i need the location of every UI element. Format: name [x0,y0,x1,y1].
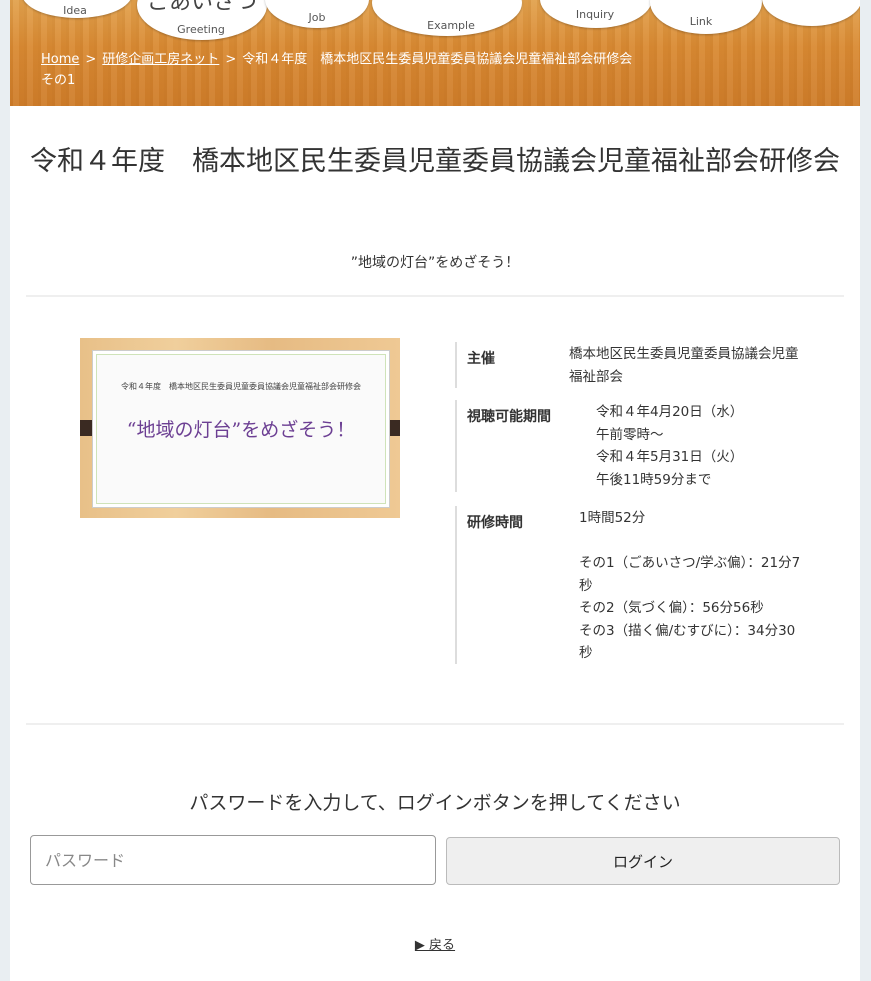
video-thumbnail: 令和４年度 橋本地区民生委員児童委員協議会児童福祉部会研修会 “地域の灯台”をめ… [80,338,400,518]
info-duration-value: 1時間52分 その1（ごあいさつ/学ぶ偏）：21分7秒 その2（気づく偏）：56… [579,507,801,665]
login-prompt: パスワードを入力して、ログインボタンを押してください [189,792,681,814]
nav-idea-label: Idea [63,4,87,17]
duration-line [579,530,801,553]
divider [26,295,844,297]
period-line: 午後11時59分まで [596,471,712,488]
info-organizer: 主催 橋本地区民生委員児童委員協議会児童福祉部会 [455,342,817,388]
thumbnail-card: 令和４年度 橋本地区民生委員児童委員協議会児童福祉部会研修会 “地域の灯台”をめ… [92,350,390,508]
nav-example-label: Example [427,19,475,32]
back-link-wrap: ▶ 戻る [20,934,850,953]
duration-line: その1（ごあいさつ/学ぶ偏）：21分7秒 [579,555,801,594]
back-link[interactable]: ▶ 戻る [415,938,455,953]
duration-line: その2（気づく偏）：56分56秒 [579,600,764,616]
login-button[interactable]: ログイン [446,837,840,885]
nav-extra-cloud [762,0,860,26]
password-input[interactable] [30,835,436,885]
breadcrumb-parent[interactable]: 研修企画工房ネット [102,52,219,67]
breadcrumb-separator: > [85,52,97,67]
period-line: 令和４年4月20日（水） [596,404,744,420]
duration-line: 1時間52分 [579,510,646,526]
breadcrumb-home[interactable]: Home [41,52,79,67]
divider [26,723,844,725]
nav-greeting-sub: Greeting [177,23,225,36]
page: Idea ごあいさつ Greeting Job Example Inquiry … [10,0,860,981]
info-duration-label: 研修時間 [467,515,523,531]
nav-link-label: Link [689,15,713,28]
breadcrumb: Home > 研修企画工房ネット > 令和４年度 橋本地区民生委員児童委員協議会児童福祉… [41,49,645,91]
thumbnail-small-text: 令和４年度 橋本地区民生委員児童委員協議会児童福祉部会研修会 [121,382,361,391]
breadcrumb-separator: > [225,52,237,67]
nav-job-label: Job [308,11,326,24]
period-line: 令和４年5月31日（火） [596,449,744,465]
nav-greeting-label: ごあいさつ [146,0,257,15]
site-header: Idea ごあいさつ Greeting Job Example Inquiry … [10,0,860,106]
info-period-label: 視聴可能期間 [467,409,551,425]
info-organizer-value: 橋本地区民生委員児童委員協議会児童福祉部会 [569,346,799,385]
duration-line: その3（描く偏/むすびに）：34分30秒 [579,622,796,662]
period-line: 午前零時～ [596,426,664,443]
nav-inquiry-label: Inquiry [575,8,615,21]
info-organizer-label: 主催 [467,351,495,367]
thumbnail-main-text: “地域の灯台”をめざそう！ [126,419,356,441]
page-title: 令和４年度 橋本地区民生委員児童委員協議会児童福祉部会研修会 [30,146,840,177]
info-duration: 研修時間 1時間52分 その1（ごあいさつ/学ぶ偏）：21分7秒 その2（気づく… [455,506,817,664]
info-period-value: 令和４年4月20日（水） 午前零時～ 令和４年5月31日（火） 午後11時59分… [596,401,806,491]
info-period: 視聴可能期間 令和４年4月20日（水） 午前零時～ 令和４年5月31日（火） 午… [455,400,817,492]
page-subtitle: ”地域の灯台”をめざそう！ [350,255,520,271]
